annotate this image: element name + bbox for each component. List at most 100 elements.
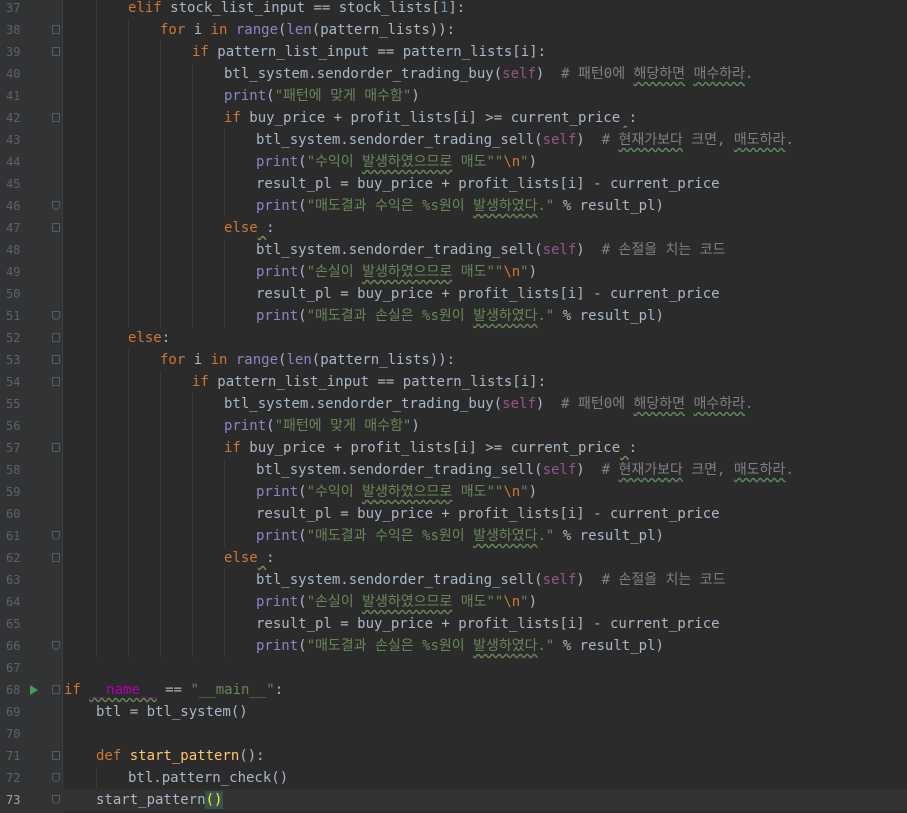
code-text[interactable]: print("매도결과 손실은 %s원이 발생하였다." % result_pl…	[256, 305, 664, 327]
code-token: )	[411, 418, 420, 434]
fold-marker-icon[interactable]	[52, 773, 60, 782]
indent-guide	[96, 437, 97, 459]
code-text[interactable]: btl.pattern_check()	[128, 767, 288, 789]
indent-guide	[96, 591, 97, 613]
code-text[interactable]: elif stock_list_input == stock_lists[1]:	[128, 0, 465, 19]
code-line[interactable]: 61 print("매도결과 수익은 %s원이 발생하였다." % result_…	[0, 525, 907, 547]
line-number: 38	[6, 23, 21, 37]
code-line[interactable]: 39 if pattern_list_input == pattern_lists…	[0, 41, 907, 63]
code-line[interactable]: 58 btl_system.sendorder_trading_sell(self…	[0, 459, 907, 481]
fold-marker-icon[interactable]	[52, 25, 60, 34]
code-line[interactable]: 57 if buy_price + profit_lists[i] >= curr…	[0, 437, 907, 459]
line-number: 60	[6, 507, 21, 521]
code-line[interactable]: 70	[0, 723, 907, 745]
code-text[interactable]: else:	[128, 327, 170, 349]
code-line[interactable]: 60 result_pl = buy_price + profit_lists[i…	[0, 503, 907, 525]
code-text[interactable]: def start_pattern():	[96, 745, 265, 767]
code-line[interactable]: 40 btl_system.sendorder_trading_buy(self)…	[0, 63, 907, 85]
code-line[interactable]: 54 if pattern_list_input == pattern_lists…	[0, 371, 907, 393]
code-line[interactable]: 49 print("손실이 발생하였으므로 매도""\n")	[0, 261, 907, 283]
code-line[interactable]: 38 for i in range(len(pattern_lists)):	[0, 19, 907, 41]
code-text[interactable]: else :	[224, 547, 275, 569]
fold-marker-icon[interactable]	[52, 201, 60, 210]
code-line[interactable]: 68 if __name__ == "__main__":	[0, 679, 907, 701]
code-text[interactable]: btl_system.sendorder_trading_sell(self) …	[256, 569, 725, 591]
code-text[interactable]: print("매도결과 손실은 %s원이 발생하였다." % result_pl…	[256, 635, 664, 657]
fold-marker-icon[interactable]	[52, 685, 60, 694]
code-text[interactable]: print("수익이 발생하였으므로 매도""\n")	[256, 151, 537, 173]
fold-marker-icon[interactable]	[52, 113, 60, 122]
code-text[interactable]: result_pl = buy_price + profit_lists[i] …	[256, 503, 720, 525]
fold-marker-icon[interactable]	[52, 443, 60, 452]
code-text[interactable]: print("매도결과 수익은 %s원이 발생하였다." % result_pl…	[256, 195, 664, 217]
fold-marker-icon[interactable]	[52, 47, 60, 56]
code-text[interactable]: btl_system.sendorder_trading_sell(self) …	[256, 129, 794, 151]
code-text[interactable]: result_pl = buy_price + profit_lists[i] …	[256, 613, 720, 635]
code-line[interactable]: 59 print("수익이 발생하였으므로 매도""\n")	[0, 481, 907, 503]
code-text[interactable]: for i in range(len(pattern_lists)):	[160, 349, 455, 371]
code-text[interactable]: print("패턴에 맞게 매수함")	[224, 415, 420, 437]
fold-marker-icon[interactable]	[52, 795, 60, 804]
code-line[interactable]: 50 result_pl = buy_price + profit_lists[i…	[0, 283, 907, 305]
line-number: 67	[6, 661, 21, 675]
code-line[interactable]: 48 btl_system.sendorder_trading_sell(self…	[0, 239, 907, 261]
code-text[interactable]: result_pl = buy_price + profit_lists[i] …	[256, 173, 720, 195]
code-line[interactable]: 51 print("매도결과 손실은 %s원이 발생하였다." % result_…	[0, 305, 907, 327]
code-line[interactable]: 66 print("매도결과 손실은 %s원이 발생하였다." % result_…	[0, 635, 907, 657]
code-line[interactable]: 45 result_pl = buy_price + profit_lists[i…	[0, 173, 907, 195]
code-line[interactable]: 65 result_pl = buy_price + profit_lists[i…	[0, 613, 907, 635]
code-text[interactable]: if __name__ == "__main__":	[64, 679, 283, 701]
code-text[interactable]: btl_system.sendorder_trading_sell(self) …	[256, 239, 725, 261]
code-text[interactable]: btl_system.sendorder_trading_buy(self) #…	[224, 63, 753, 85]
code-line[interactable]: 43 btl_system.sendorder_trading_sell(self…	[0, 129, 907, 151]
code-line[interactable]: 47 else :	[0, 217, 907, 239]
code-line[interactable]: 37 elif stock_list_input == stock_lists[1…	[0, 0, 907, 19]
code-line[interactable]: 56 print("패턴에 맞게 매수함")	[0, 415, 907, 437]
code-line[interactable]: 44 print("수익이 발생하였으므로 매도""\n")	[0, 151, 907, 173]
code-lines[interactable]: 37 elif stock_list_input == stock_lists[1…	[0, 0, 907, 811]
code-line[interactable]: 71 def start_pattern():	[0, 745, 907, 767]
code-text[interactable]: else :	[224, 217, 275, 239]
fold-marker-icon[interactable]	[52, 553, 60, 562]
code-text[interactable]: for i in range(len(pattern_lists)):	[160, 19, 455, 41]
code-text[interactable]: result_pl = buy_price + profit_lists[i] …	[256, 283, 720, 305]
code-line[interactable]: 69 btl = btl_system()	[0, 701, 907, 723]
code-text[interactable]: print("손실이 발생하였으므로 매도""\n")	[256, 591, 537, 613]
code-line[interactable]: 72 btl.pattern_check()	[0, 767, 907, 789]
run-gutter-icon[interactable]	[30, 685, 38, 695]
code-line[interactable]: 53 for i in range(len(pattern_lists)):	[0, 349, 907, 371]
fold-marker-icon[interactable]	[52, 355, 60, 364]
fold-marker-icon[interactable]	[52, 311, 60, 320]
code-line[interactable]: 55 btl_system.sendorder_trading_buy(self)…	[0, 393, 907, 415]
code-line[interactable]: 63 btl_system.sendorder_trading_sell(self…	[0, 569, 907, 591]
code-text[interactable]: if buy_price + profit_lists[i] >= curren…	[224, 437, 637, 459]
code-line[interactable]: 42 if buy_price + profit_lists[i] >= curr…	[0, 107, 907, 129]
code-token: # 손절을 치는 코드	[601, 572, 726, 588]
code-line[interactable]: 52 else:	[0, 327, 907, 349]
code-text[interactable]: if buy_price + profit_lists[i] >= curren…	[224, 107, 637, 129]
fold-marker-icon[interactable]	[52, 223, 60, 232]
code-text[interactable]: print("손실이 발생하였으므로 매도""\n")	[256, 261, 537, 283]
indent-guide	[128, 305, 129, 327]
fold-marker-icon[interactable]	[52, 751, 60, 760]
code-editor[interactable]: 37 elif stock_list_input == stock_lists[1…	[0, 0, 907, 813]
code-text[interactable]: btl_system.sendorder_trading_buy(self) #…	[224, 393, 753, 415]
fold-marker-icon[interactable]	[52, 641, 60, 650]
fold-marker-icon[interactable]	[52, 377, 60, 386]
code-text[interactable]: print("매도결과 수익은 %s원이 발생하였다." % result_pl…	[256, 525, 664, 547]
code-line[interactable]: 64 print("손실이 발생하였으므로 매도""\n")	[0, 591, 907, 613]
code-line[interactable]: 46 print("매도결과 수익은 %s원이 발생하였다." % result_…	[0, 195, 907, 217]
fold-marker-icon[interactable]	[52, 333, 60, 342]
fold-marker-icon[interactable]	[52, 531, 60, 540]
code-text[interactable]: start_pattern()	[96, 789, 224, 811]
code-text[interactable]: print("패턴에 맞게 매수함")	[224, 85, 420, 107]
code-line[interactable]: 41 print("패턴에 맞게 매수함")	[0, 85, 907, 107]
code-text[interactable]: if pattern_list_input == pattern_lists[i…	[192, 371, 546, 393]
code-text[interactable]: print("수익이 발생하였으므로 매도""\n")	[256, 481, 537, 503]
code-line[interactable]: 62 else :	[0, 547, 907, 569]
code-text[interactable]: btl = btl_system()	[96, 701, 248, 723]
code-line[interactable]: 67	[0, 657, 907, 679]
code-text[interactable]: if pattern_list_input == pattern_lists[i…	[192, 41, 546, 63]
code-line[interactable]: 73 start_pattern()	[0, 789, 907, 811]
code-text[interactable]: btl_system.sendorder_trading_sell(self) …	[256, 459, 794, 481]
